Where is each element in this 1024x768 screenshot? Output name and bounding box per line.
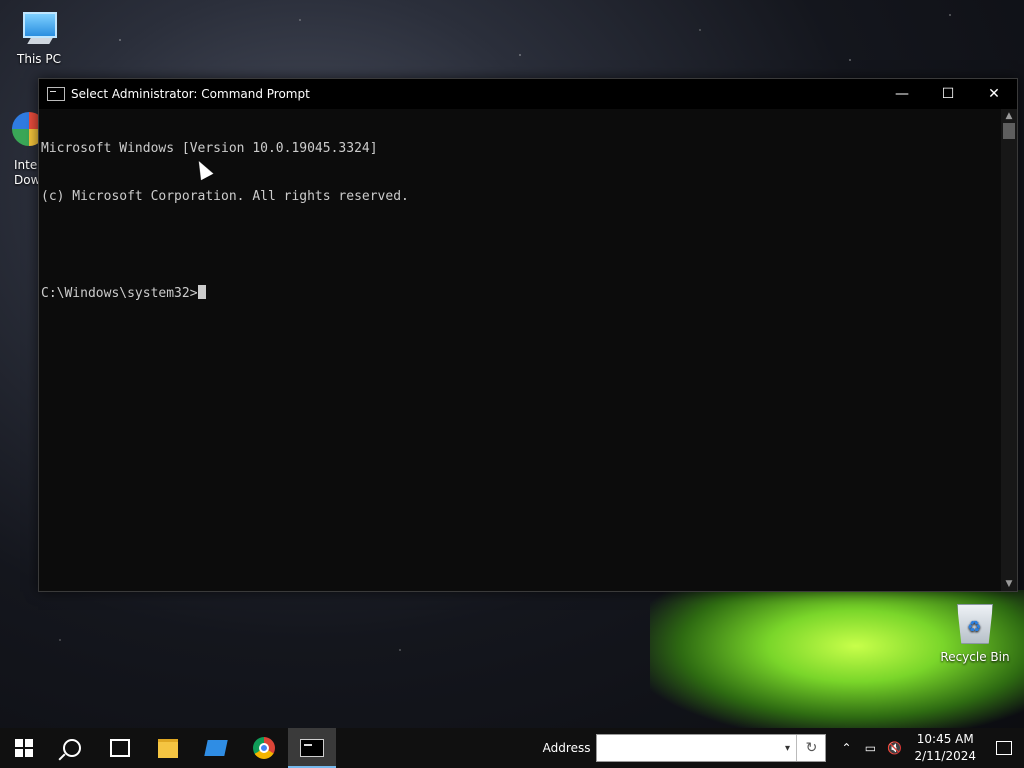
- search-icon: [63, 739, 81, 757]
- taskbar-app-button[interactable]: [192, 728, 240, 768]
- chevron-up-icon[interactable]: ⌃: [834, 728, 858, 768]
- task-view-icon: [110, 739, 130, 757]
- folder-icon: [158, 738, 178, 758]
- chrome-icon: [253, 737, 275, 759]
- scroll-down-arrow-icon[interactable]: ▼: [1001, 577, 1017, 591]
- close-button[interactable]: ✕: [971, 79, 1017, 109]
- window-title: Select Administrator: Command Prompt: [71, 87, 310, 101]
- vertical-scrollbar[interactable]: ▲ ▼: [1001, 109, 1017, 591]
- taskbar: Address ▾ ↻ ⌃ ▭ 🔇 10:45 AM 2/11/2024: [0, 728, 1024, 768]
- scroll-up-arrow-icon[interactable]: ▲: [1001, 109, 1017, 123]
- console-prompt: C:\Windows\system32>: [41, 286, 198, 301]
- desktop-icon-recycle-bin[interactable]: ♻ Recycle Bin: [940, 602, 1010, 664]
- minimize-button[interactable]: —: [879, 79, 925, 109]
- command-prompt-taskbar-button[interactable]: [288, 728, 336, 768]
- scroll-thumb[interactable]: [1003, 123, 1015, 139]
- refresh-icon[interactable]: ↻: [796, 735, 826, 761]
- console-prompt-line[interactable]: C:\Windows\system32>: [41, 285, 1001, 301]
- cmd-icon: [300, 739, 324, 757]
- partial-desktop-icon-label[interactable]: Inte Dow: [14, 158, 40, 188]
- console-line: (c) Microsoft Corporation. All rights re…: [41, 189, 409, 204]
- address-toolbar-label: Address: [542, 741, 591, 755]
- window-titlebar[interactable]: Select Administrator: Command Prompt — ☐…: [39, 79, 1017, 109]
- address-input[interactable]: [597, 736, 779, 760]
- system-tray: ⌃ ▭ 🔇 10:45 AM 2/11/2024: [834, 728, 1024, 768]
- console-output[interactable]: Microsoft Windows [Version 10.0.19045.33…: [39, 109, 1001, 591]
- chrome-button[interactable]: [240, 728, 288, 768]
- search-button[interactable]: [48, 728, 96, 768]
- desktop-icon-this-pc[interactable]: This PC: [4, 8, 74, 66]
- file-explorer-button[interactable]: [144, 728, 192, 768]
- clock-date: 2/11/2024: [914, 749, 976, 763]
- network-icon[interactable]: ▭: [858, 728, 882, 768]
- chevron-down-icon[interactable]: ▾: [778, 743, 796, 754]
- volume-muted-icon[interactable]: 🔇: [882, 728, 906, 768]
- clock[interactable]: 10:45 AM 2/11/2024: [906, 731, 984, 765]
- address-toolbar[interactable]: ▾ ↻: [596, 734, 827, 762]
- command-prompt-window[interactable]: Select Administrator: Command Prompt — ☐…: [38, 78, 1018, 592]
- text-cursor: [197, 285, 206, 299]
- clock-time: 10:45 AM: [916, 732, 974, 746]
- monitor-icon: [17, 8, 61, 48]
- recycle-bin-icon: ♻: [957, 604, 993, 644]
- desktop-icon-label: This PC: [17, 52, 61, 66]
- cmd-icon: [47, 87, 65, 101]
- task-view-button[interactable]: [96, 728, 144, 768]
- desktop-icon-label: Recycle Bin: [940, 650, 1010, 664]
- maximize-button[interactable]: ☐: [925, 79, 971, 109]
- notification-icon: [996, 741, 1012, 755]
- console-line: Microsoft Windows [Version 10.0.19045.33…: [41, 141, 378, 156]
- action-center-button[interactable]: [984, 728, 1024, 768]
- start-button[interactable]: [0, 728, 48, 768]
- windows-logo-icon: [15, 739, 33, 757]
- app-icon: [204, 740, 228, 756]
